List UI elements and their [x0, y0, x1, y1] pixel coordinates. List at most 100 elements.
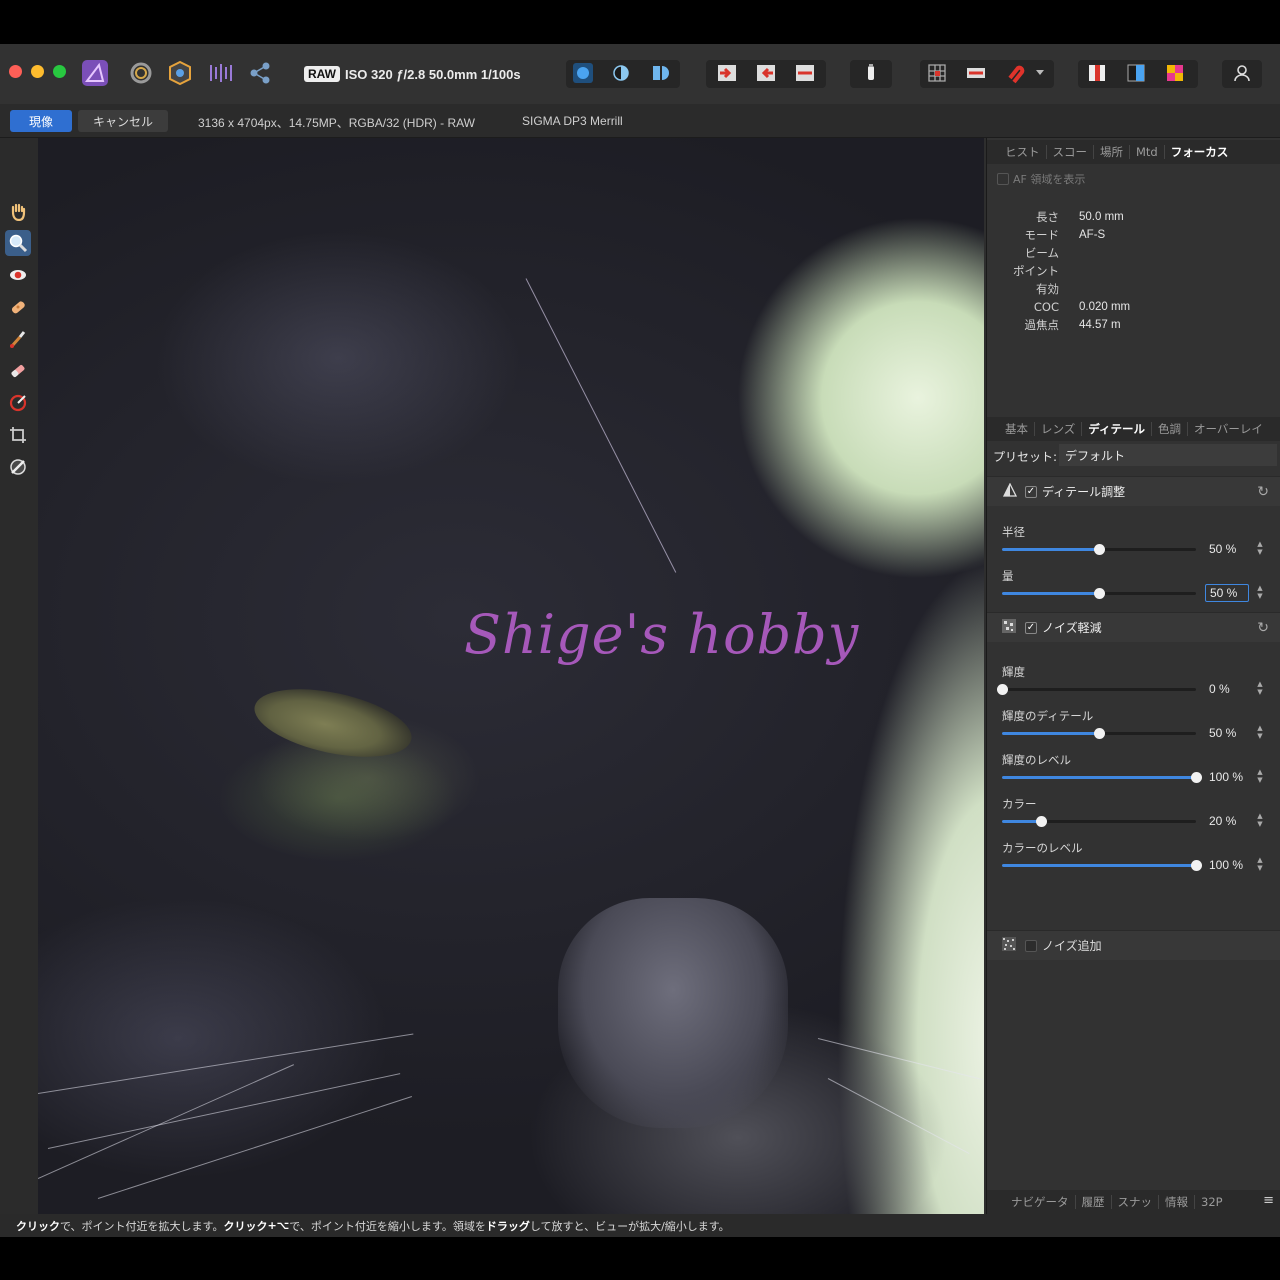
slider-label: カラーのレベル — [1002, 841, 1083, 855]
quick-mask-icon[interactable] — [1082, 58, 1112, 88]
slider-stepper[interactable]: ▲ ▼ — [1255, 540, 1265, 558]
crop-tool-icon[interactable] — [5, 422, 31, 448]
chevron-down-icon[interactable] — [1030, 58, 1050, 88]
clip-highlights-icon[interactable] — [751, 58, 781, 88]
mirror-view-icon[interactable] — [646, 58, 676, 88]
tab-item[interactable]: スコー — [1047, 145, 1094, 159]
preview-mode-icon[interactable] — [1121, 58, 1151, 88]
noise-enable-checkbox[interactable]: ✓ — [1025, 621, 1037, 634]
slider-track[interactable] — [1002, 816, 1196, 827]
slider-value-field[interactable]: 20 % — [1205, 812, 1249, 830]
mask-overlay-icon[interactable] — [961, 58, 991, 88]
slider-handle[interactable] — [1035, 816, 1047, 827]
develop-persona-icon[interactable] — [165, 58, 195, 88]
detail-enable-checkbox[interactable]: ✓ — [1025, 485, 1037, 498]
show-af-checkbox[interactable] — [997, 173, 1009, 185]
slider-handle[interactable] — [1191, 772, 1202, 783]
slider-track[interactable] — [1002, 772, 1202, 783]
tab-item[interactable]: フォーカス — [1165, 145, 1235, 159]
add-noise-section-header[interactable]: ノイズ追加 — [987, 930, 1280, 960]
tab-item[interactable]: ナビゲータ — [1005, 1195, 1076, 1209]
slider-track[interactable] — [1002, 728, 1196, 739]
reset-icon[interactable]: ↻ — [1257, 484, 1269, 500]
tab-item[interactable]: 基本 — [999, 422, 1035, 436]
color-mode-icon[interactable] — [1160, 58, 1190, 88]
brush-tool-icon[interactable] — [5, 326, 31, 352]
zoom-tool-icon[interactable] — [5, 230, 31, 256]
slider-track[interactable] — [1002, 544, 1196, 555]
develop-button[interactable]: 現像 — [10, 110, 72, 132]
slider-value-field[interactable]: 100 % — [1205, 768, 1249, 786]
focus-info-label: 有効 — [1036, 282, 1059, 296]
cancel-button[interactable]: キャンセル — [78, 110, 168, 132]
slider-stepper[interactable]: ▲ ▼ — [1255, 856, 1265, 874]
slider-value-field[interactable]: 50 % — [1205, 540, 1249, 558]
single-view-icon[interactable] — [568, 58, 598, 88]
tab-item[interactable]: ディテール — [1082, 422, 1152, 436]
tab-item[interactable]: 履歴 — [1076, 1195, 1112, 1209]
assistant-icon[interactable] — [856, 58, 886, 88]
show-af-toggle[interactable]: AF 領域を表示 — [997, 171, 1085, 187]
image-canvas[interactable]: Shige's hobby — [38, 138, 984, 1214]
focus-info-row: ビーム — [987, 244, 1280, 262]
add-noise-checkbox[interactable] — [1025, 939, 1037, 952]
zoom-window-button[interactable] — [53, 65, 66, 78]
detail-section-header[interactable]: ✓ ディテール調整 ↻ — [987, 476, 1280, 506]
slider-fill — [1002, 732, 1099, 735]
user-account-icon[interactable] — [1227, 58, 1257, 88]
tab-item[interactable]: 色調 — [1152, 422, 1188, 436]
tab-item[interactable]: オーバーレイ — [1188, 422, 1269, 436]
tone-mapping-persona-icon[interactable] — [206, 58, 236, 88]
slider-value-field[interactable]: 100 % — [1205, 856, 1249, 874]
panel-menu-icon[interactable]: ≡ — [1263, 1193, 1274, 1208]
white-balance-tool-icon[interactable] — [5, 454, 31, 480]
tab-item[interactable]: ヒスト — [999, 145, 1047, 159]
tab-item[interactable]: レンズ — [1035, 422, 1083, 436]
red-eye-tool-icon[interactable] — [5, 262, 31, 288]
slider-handle[interactable] — [1094, 588, 1105, 599]
liquify-persona-icon[interactable] — [126, 58, 156, 88]
split-view-icon[interactable] — [606, 58, 636, 88]
tab-item[interactable]: 情報 — [1159, 1195, 1195, 1209]
slider-track[interactable] — [997, 684, 1196, 695]
slider-label: カラー — [1002, 797, 1037, 811]
slider-track[interactable] — [1002, 588, 1196, 599]
focus-info-row: COC 0.020 mm — [987, 298, 1280, 316]
focus-info-label: 過焦点 — [1024, 318, 1060, 332]
slider-stepper[interactable]: ▲ ▼ — [1255, 768, 1265, 786]
slider-stepper[interactable]: ▲ ▼ — [1255, 724, 1265, 742]
slider-stepper[interactable]: ▲ ▼ — [1255, 584, 1265, 602]
watermark-text: Shige's hobby — [464, 603, 860, 666]
focus-info-value: 50.0 mm — [1079, 211, 1124, 223]
preset-select[interactable]: デフォルト — [1059, 444, 1277, 466]
tab-item[interactable]: 場所 — [1094, 145, 1130, 159]
slider-value-field[interactable]: 50 % — [1205, 724, 1249, 742]
snapping-magnet-icon[interactable] — [1000, 58, 1030, 88]
tab-item[interactable]: Mtd — [1130, 145, 1165, 159]
clip-shadows-icon[interactable] — [712, 58, 742, 88]
slider-value-field[interactable]: 50 % — [1205, 584, 1249, 602]
export-persona-icon[interactable] — [245, 58, 275, 88]
slider-stepper[interactable]: ▲ ▼ — [1255, 680, 1265, 698]
tab-item[interactable]: 32P — [1195, 1195, 1229, 1209]
slider-value-field[interactable]: 0 % — [1205, 680, 1249, 698]
gradient-tool-icon[interactable] — [5, 390, 31, 416]
close-window-button[interactable] — [9, 65, 22, 78]
clip-tones-icon[interactable] — [790, 58, 820, 88]
slider-handle[interactable] — [1094, 544, 1105, 555]
noise-section-header[interactable]: ✓ ノイズ軽減 ↻ — [987, 612, 1280, 642]
status-bar: クリック で、ポイント付近を拡大します。 クリック +⌥ で、ポイント付近を縮小… — [0, 1214, 1280, 1237]
tab-item[interactable]: スナッ — [1112, 1195, 1159, 1209]
hand-tool-icon[interactable] — [5, 198, 31, 224]
minimize-window-button[interactable] — [31, 65, 44, 78]
photo-persona-icon[interactable] — [80, 58, 110, 88]
erase-brush-tool-icon[interactable] — [5, 358, 31, 384]
slider-stepper[interactable]: ▲ ▼ — [1255, 812, 1265, 830]
grid-icon[interactable] — [922, 58, 952, 88]
reset-icon[interactable]: ↻ — [1257, 620, 1269, 636]
blemish-tool-icon[interactable] — [5, 294, 31, 320]
slider-handle[interactable] — [1191, 860, 1202, 871]
slider-handle[interactable] — [997, 684, 1008, 695]
slider-track[interactable] — [1002, 860, 1202, 871]
slider-handle[interactable] — [1094, 728, 1105, 739]
